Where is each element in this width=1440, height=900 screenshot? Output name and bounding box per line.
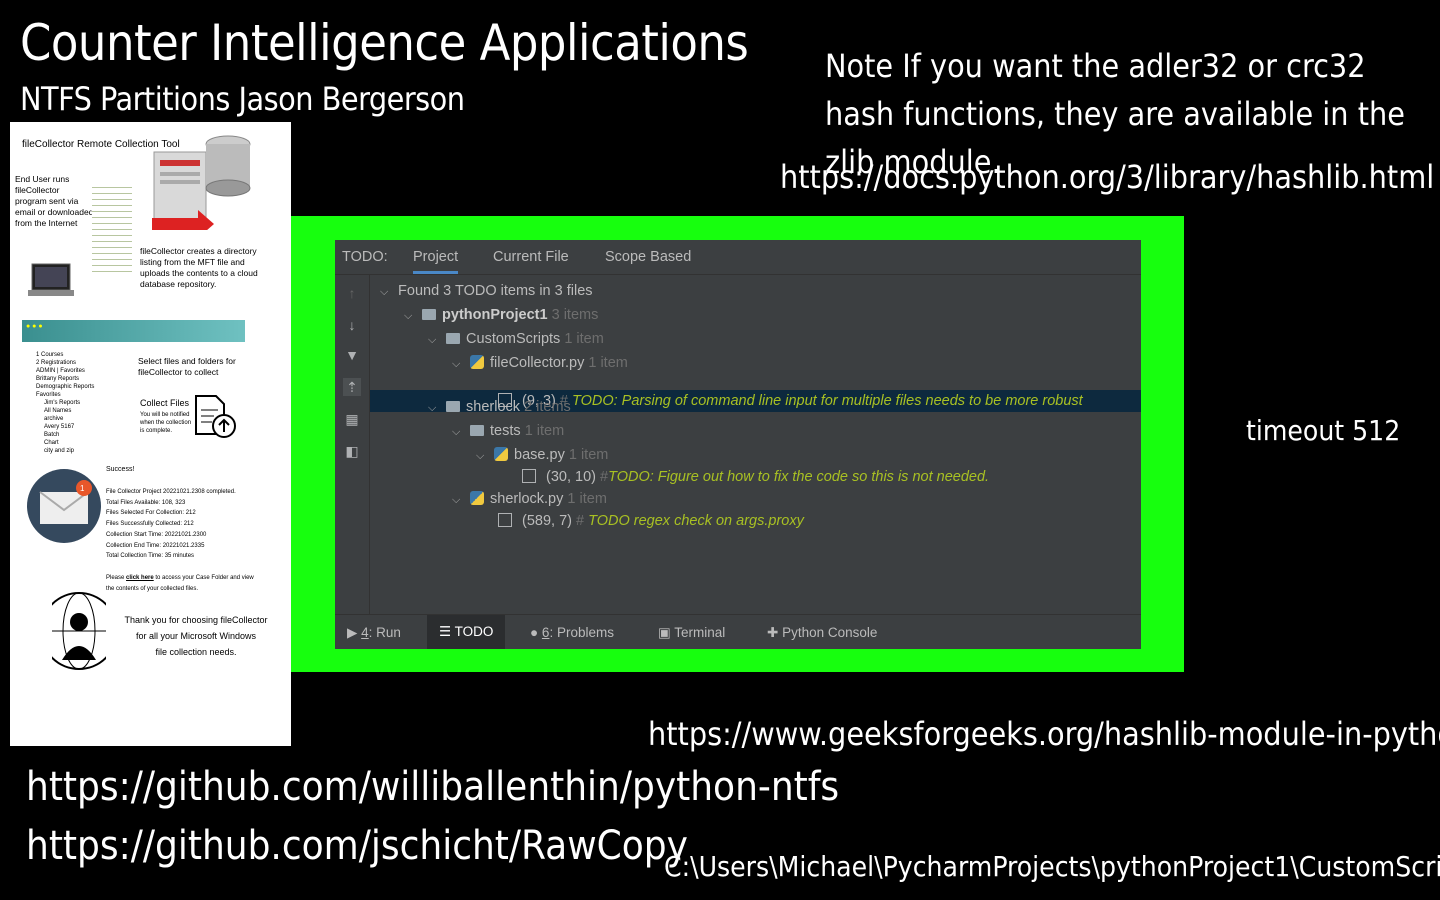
tree-row-base[interactable]: ⌵ base.py 1 item [476,444,608,466]
info-icon: ● [530,625,539,640]
todo-tab-bar: TODO: Project Current File Scope Based [335,240,1141,275]
python-file-icon [470,355,485,369]
todo-item-1[interactable]: (9, 3) # TODO: Parsing of command line i… [498,390,1083,412]
tree-row-filecollector[interactable]: ⌵ fileCollector.py 1 item [452,352,628,374]
mail-badge: 1 [80,484,85,493]
run-icon: ▶ [347,625,358,640]
anonymous-logo-icon [52,592,106,670]
preview-toggle-icon[interactable]: ◧ [343,442,361,460]
problems-tab[interactable]: ● 6: Problems [530,625,614,640]
folder-icon [422,309,437,320]
thank-you-text: Thank you for choosing fileCollector for … [124,615,268,657]
tree-row-pythonproject1[interactable]: ⌵ pythonProject1 3 items [404,304,598,326]
chevron-down-icon[interactable]: ⌵ [380,281,394,303]
slide-title: Counter Intelligence Applications [20,14,749,72]
chevron-down-icon[interactable]: ⌵ [428,329,442,351]
collect-files-sub: You will be notified when the collection i… [140,412,192,434]
todo-tool-window: TODO: Project Current File Scope Based ↑… [335,240,1141,649]
python-console-icon: ✚ [767,625,779,640]
python-file-icon [470,491,485,505]
filecollector-infographic: fileCollector Remote Collection Tool End… [10,122,291,746]
run-tab[interactable]: ▶ 4: Run [347,625,401,641]
step1-text: End User runs fileCollector program sent v… [15,174,94,228]
python-file-icon [494,447,509,461]
terminal-tab[interactable]: ▣ Terminal [658,625,725,641]
folder-icon [446,333,461,344]
hashlib-docs-link[interactable]: https://docs.python.org/3/library/hashli… [780,158,1434,196]
project-path: C:\Users\Michael\PycharmProjects\pythonP… [664,850,1440,883]
tab-project[interactable]: Project [413,249,459,274]
chevron-down-icon[interactable]: ⌵ [476,445,490,467]
group-by-icon[interactable]: ▦ [343,410,361,428]
folder-icon [446,401,461,412]
tree-row-sherlock[interactable]: ⌵ sherlock 2 items [428,396,571,418]
todo-gutter-toolbar: ↑ ↓ ▼ ⇡ ▦ ◧ [335,274,370,614]
geeksforgeeks-link[interactable]: https://www.geeksforgeeks.org/hashlib-mo… [648,715,1440,753]
terminal-icon: ▣ [658,625,671,640]
mail-icon [27,469,101,543]
todo-item-icon [522,469,536,483]
todo-tree: ⌵ Found 3 TODO items in 3 files ⌵ python… [370,274,1141,614]
folder-tree: 1 Courses 2 Registrations ADMIN | Favorite… [36,352,95,454]
filter-icon[interactable]: ▼ [343,346,361,364]
step3-text: Select files and folders for fileCollecto… [138,356,236,377]
todo-item-icon [498,513,512,527]
tree-summary-row[interactable]: ⌵ Found 3 TODO items in 3 files [380,280,593,302]
laptop-icon [28,263,74,296]
previous-todo-icon[interactable]: ↑ [343,284,361,302]
autoscroll-icon[interactable]: ⇡ [343,378,361,396]
todo-tab[interactable]: ☰ TODO [427,615,506,649]
list-icon: ☰ [439,624,452,639]
folder-icon [470,425,485,436]
case-folder-text: Please click here to access your Case Fo… [106,575,254,592]
tree-row-sherlockpy[interactable]: ⌵ sherlock.py 1 item [452,488,607,510]
timeout-label: timeout 512 [1246,414,1401,447]
collect-files-title: Collect Files [140,398,190,408]
success-label: Success! [106,466,135,473]
chevron-down-icon[interactable]: ⌵ [428,397,442,419]
tab-current-file[interactable]: Current File [493,249,569,265]
python-console-tab[interactable]: ✚ Python Console [767,625,877,641]
github-rawcopy-link[interactable]: https://github.com/jschicht/RawCopy [26,823,688,869]
database-upload-icon [152,135,251,230]
next-todo-icon[interactable]: ↓ [343,316,361,334]
tab-scope-based[interactable]: Scope Based [605,249,691,265]
directory-list-graphic [92,182,132,272]
chevron-down-icon[interactable]: ⌵ [404,305,418,327]
tool-window-bar: ▶ 4: Run ☰ TODO ● 6: Problems ▣ Terminal… [335,614,1141,649]
collection-report: File Collector Project 20221021.2308 com… [106,489,236,560]
tree-row-customscripts[interactable]: ⌵ CustomScripts 1 item [428,328,604,350]
slide-subtitle: NTFS Partitions Jason Bergerson [20,80,465,118]
github-python-ntfs-link[interactable]: https://github.com/williballenthin/pytho… [26,764,839,810]
click-here-link[interactable]: click here [126,575,154,581]
tree-row-tests[interactable]: ⌵ tests 1 item [452,420,564,442]
step2-text: fileCollector creates a directory listing… [140,246,258,289]
chevron-down-icon[interactable]: ⌵ [452,421,466,443]
chevron-down-icon[interactable]: ⌵ [452,353,466,375]
file-upload-icon [195,395,236,438]
green-screen-panel: TODO: Project Current File Scope Based ↑… [291,216,1184,672]
todo-label: TODO: [342,249,388,265]
todo-item-3[interactable]: (589, 7) # TODO regex check on args.prox… [498,510,804,532]
todo-item-2[interactable]: (30, 10) #TODO: Figure out how to fix th… [522,466,989,488]
browser-window-bar: ● ● ● [22,320,245,342]
chevron-down-icon[interactable]: ⌵ [452,489,466,511]
